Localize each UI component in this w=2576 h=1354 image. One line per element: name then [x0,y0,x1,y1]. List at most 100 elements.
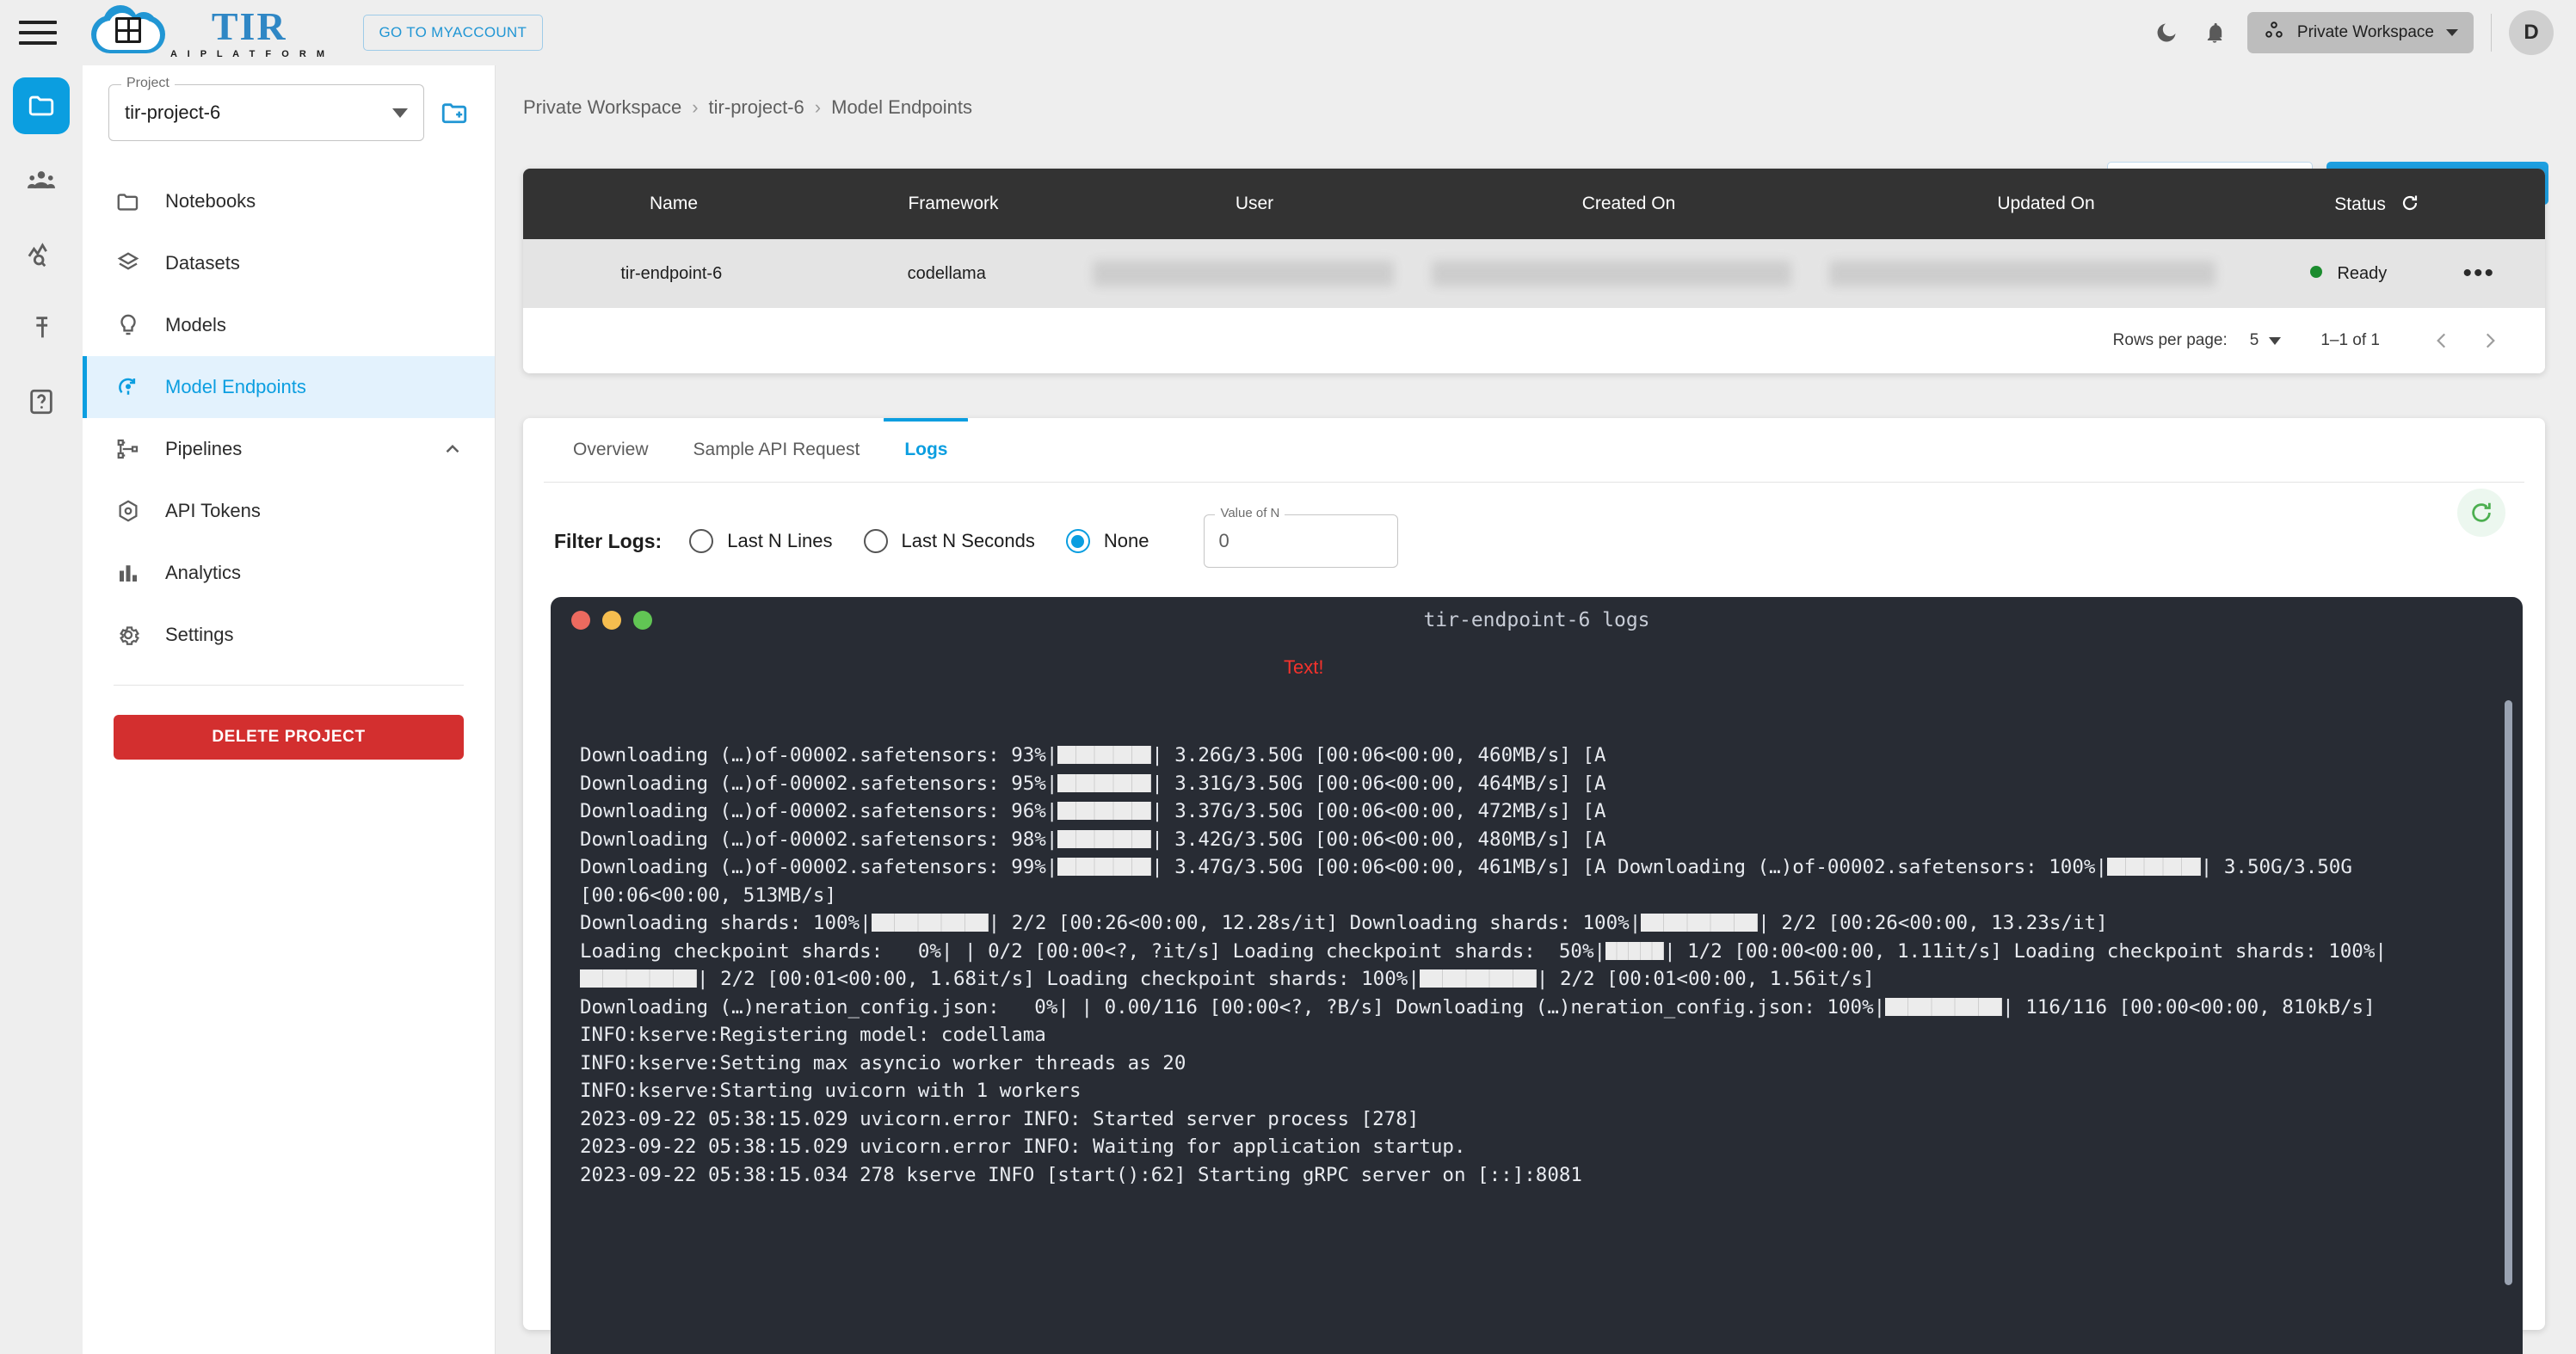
rail-item-projects[interactable] [13,77,70,134]
breadcrumb-item-project[interactable]: tir-project-6 [709,96,804,119]
sidebar-item-label: Model Endpoints [165,376,306,397]
bar-chart-icon [114,558,143,588]
rows-per-page-select[interactable]: 5 [2250,331,2282,350]
breadcrumb: Private Workspace › tir-project-6 › Mode… [496,65,2576,119]
terminal-log-line: Downloading (…)neration_config.json: 0%|… [580,995,2376,1019]
bell-icon[interactable] [2191,9,2239,57]
go-to-myaccount-button[interactable]: GO TO MYACCOUNT [362,15,544,51]
breadcrumb-item-workspace[interactable]: Private Workspace [523,96,681,119]
radio-icon [863,529,888,553]
sidebar-item-api-tokens[interactable]: API Tokens [83,480,495,542]
rail-item-users[interactable] [13,151,70,208]
table-pagination: Rows per page: 5 1–1 of 1 [523,308,2545,373]
sidebar-item-models[interactable]: Models [83,294,495,356]
radio-icon-selected [1065,529,1090,553]
pagination-range: 1–1 of 1 [2320,331,2380,349]
project-select[interactable]: Project tir-project-6 [108,76,424,141]
divider [114,685,464,686]
progress-bar [1641,914,1759,932]
progress-bar [580,969,697,988]
close-red-icon[interactable] [571,611,590,630]
sidebar-item-analytics[interactable]: Analytics [83,542,495,604]
rail-item-billing[interactable] [13,299,70,356]
chevron-down-icon [392,108,408,118]
rail-item-help[interactable] [13,373,70,430]
maximize-green-icon[interactable] [633,611,652,630]
terminal-log-line: 2023-09-22 05:38:15.034 278 kserve INFO … [580,1163,1582,1186]
terminal-scrollbar[interactable] [2505,700,2512,1285]
sidebar-nav: Notebooks Datasets Models Model Endpoint… [83,170,495,760]
refresh-icon[interactable] [2400,193,2420,213]
terminal-log-line: INFO:kserve:Starting uvicorn with 1 work… [580,1080,1082,1102]
column-header-name: Name [649,194,699,213]
value-of-n-label: Value of N [1215,506,1285,520]
chevron-right-icon[interactable] [2466,317,2514,365]
terminal-title: tir-endpoint-6 logs [1423,609,1650,631]
sidebar: Project tir-project-6 Notebooks Datasets… [83,65,496,1354]
moon-icon[interactable] [2142,9,2191,57]
column-header-user: User [1235,194,1274,213]
terminal-log-line: Downloading shards: 100%| | 2/2 [00:26<00… [580,912,2108,934]
avatar[interactable]: D [2509,10,2554,55]
cell-framework: codellama [907,263,986,283]
sidebar-item-settings[interactable]: Settings [83,604,495,666]
radio-last-n-seconds[interactable]: Last N Seconds [863,529,1035,553]
top-bar: TIR A I P L A T F O R M GO TO MYACCOUNT … [0,0,2576,65]
sidebar-item-pipelines[interactable]: Pipelines [83,418,495,480]
status-dot-icon [2309,265,2322,278]
sidebar-item-label: Pipelines [165,438,243,459]
terminal-log-line: INFO:kserve:Registering model: codellama [580,1024,1046,1046]
tir-cloud-icon [91,5,165,57]
minimize-yellow-icon[interactable] [602,611,621,630]
bulb-icon [114,311,143,340]
progress-bar [1057,802,1152,820]
sidebar-item-label: API Tokens [165,500,261,521]
terminal-log-line: Downloading (…)of-00002.safetensors: 93%… [580,744,1606,766]
column-header-updated-on: Updated On [1997,194,2095,213]
rail-item-analytics-search[interactable] [13,225,70,282]
value-of-n-value: 0 [1218,530,1229,551]
progress-bar [1057,858,1152,876]
filter-logs-label: Filter Logs: [554,529,662,552]
kebab-menu-icon[interactable]: ••• [2462,259,2495,287]
chevron-up-icon[interactable] [441,438,464,460]
progress-bar [1057,829,1152,848]
radio-last-n-lines[interactable]: Last N Lines [689,529,833,553]
sidebar-item-notebooks[interactable]: Notebooks [83,170,495,232]
cell-user [1074,261,1413,286]
terminal-title-bar: tir-endpoint-6 logs [551,597,2523,643]
endpoint-icon [114,372,143,402]
rows-per-page-label: Rows per page: [2112,331,2228,349]
hamburger-icon[interactable] [19,16,57,49]
project-value: tir-project-6 [125,102,221,123]
terminal-log-line: INFO:kserve:Setting max asyncio worker t… [580,1051,1186,1074]
icon-rail [0,65,83,1354]
chevron-down-icon [2446,29,2458,36]
radio-label: Last N Seconds [901,530,1035,551]
project-label: Project [121,76,175,91]
tab-logs[interactable]: Logs [882,418,970,482]
refresh-logs-button[interactable] [2457,489,2505,537]
delete-project-button[interactable]: DELETE PROJECT [114,715,464,760]
new-folder-icon[interactable] [440,98,469,127]
filter-logs-row: Filter Logs: Last N Lines Last N Seconds… [523,482,2545,568]
radio-none[interactable]: None [1065,529,1149,553]
progress-bar [1057,746,1152,764]
value-of-n-input[interactable]: Value of N 0 [1204,506,1399,568]
tab-sample-api-request[interactable]: Sample API Request [671,418,883,482]
column-header-created-on: Created On [1581,194,1676,213]
tab-overview[interactable]: Overview [551,418,671,482]
table-row[interactable]: tir-endpoint-6 codellama Ready ••• [523,239,2545,308]
radio-label: None [1103,530,1149,551]
terminal-log-line: Downloading (…)of-00002.safetensors: 99%… [580,856,2364,907]
terminal-log-line: Downloading (…)of-00002.safetensors: 98%… [580,828,1606,851]
layers-icon [114,249,143,278]
sidebar-item-label: Models [165,314,226,335]
chevron-left-icon[interactable] [2418,317,2466,365]
terminal-output[interactable]: Text! Downloading (…)of-00002.safetensor… [551,643,2523,1354]
workspace-selector[interactable]: Private Workspace [2246,12,2474,53]
progress-bar [2107,858,2201,876]
progress-bar [1057,773,1152,792]
sidebar-item-model-endpoints[interactable]: Model Endpoints [83,356,495,418]
sidebar-item-datasets[interactable]: Datasets [83,232,495,294]
